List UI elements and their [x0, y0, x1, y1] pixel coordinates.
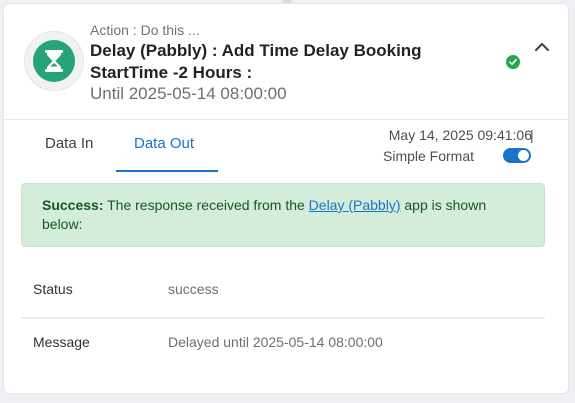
simple-format-label: Simple Format: [383, 148, 475, 164]
step-title: Delay (Pabbly) : Add Time Delay Booking …: [90, 41, 422, 82]
alert-strong: Success:: [42, 197, 104, 213]
output-value: Delayed until 2025-05-14 08:00:00: [168, 334, 383, 350]
active-tab-indicator: [116, 170, 218, 172]
tab-data-in[interactable]: Data In: [45, 135, 93, 152]
alert-text-before: The response received from the: [103, 197, 309, 213]
timestamp-separator: |: [530, 127, 534, 143]
chevron-up-icon[interactable]: [534, 40, 550, 54]
hourglass-icon: [45, 50, 63, 72]
output-row-message: Message Delayed until 2025-05-14 08:00:0…: [21, 318, 545, 370]
output-key: Status: [33, 281, 73, 297]
response-timestamp: May 14, 2025 09:41:06: [388, 127, 532, 143]
tabs-row: Data In Data Out May 14, 2025 09:41:06 |…: [4, 120, 568, 173]
output-value: success: [168, 281, 219, 297]
tab-data-out[interactable]: Data Out: [134, 135, 194, 152]
check-circle-icon: [506, 55, 520, 69]
app-logo: [24, 31, 84, 91]
simple-format-toggle[interactable]: [503, 148, 531, 163]
step-header[interactable]: Action : Do this ... Delay (Pabbly) : Ad…: [4, 4, 568, 120]
action-label: Action : Do this ...: [90, 22, 200, 38]
app-logo-circle: [33, 40, 75, 82]
step-subtitle: Until 2025-05-14 08:00:00: [90, 84, 287, 103]
success-alert: Success: The response received from the …: [21, 183, 545, 247]
toggle-knob: [518, 150, 529, 161]
output-key: Message: [33, 334, 90, 350]
output-row-status: Status success: [21, 265, 545, 317]
app-link[interactable]: Delay (Pabbly): [309, 197, 401, 213]
